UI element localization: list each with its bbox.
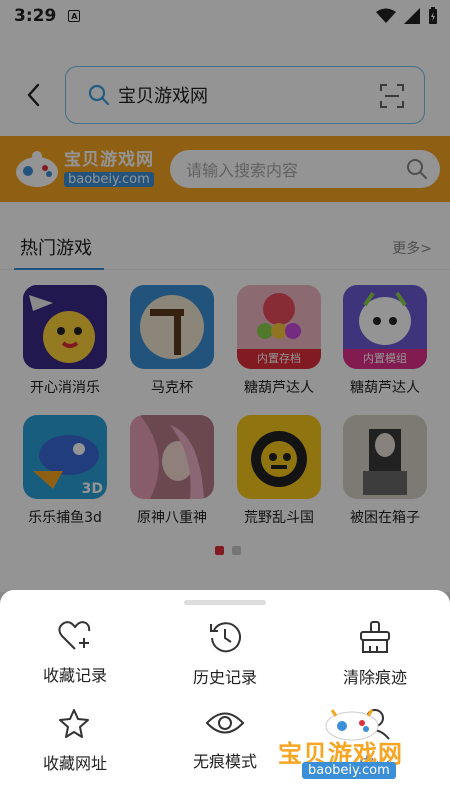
action-label: 清除痕迹 bbox=[342, 668, 407, 687]
eye-icon bbox=[205, 712, 245, 734]
action-label: 历史记录 bbox=[192, 668, 257, 687]
history-button[interactable]: 历史记录 bbox=[170, 620, 280, 700]
watermark-domain: baobeiy.com bbox=[302, 762, 396, 779]
broom-icon bbox=[360, 621, 390, 653]
action-label: 收藏记录 bbox=[42, 666, 107, 685]
heart-plus-icon bbox=[58, 621, 91, 650]
favorites-record-button[interactable]: 收藏记录 bbox=[20, 620, 130, 700]
history-icon bbox=[210, 622, 241, 653]
star-plus-icon bbox=[59, 709, 89, 738]
watermark-logo: 宝贝游戏网 baobeiy.com bbox=[272, 700, 442, 790]
sheet-handle[interactable] bbox=[184, 600, 266, 605]
action-label: 无痕模式 bbox=[192, 752, 257, 771]
clear-traces-button[interactable]: 清除痕迹 bbox=[320, 620, 430, 700]
incognito-mode-button[interactable]: 无痕模式 bbox=[170, 708, 280, 788]
bookmark-url-button[interactable]: 收藏网址 bbox=[20, 708, 130, 788]
action-label: 收藏网址 bbox=[42, 754, 107, 773]
